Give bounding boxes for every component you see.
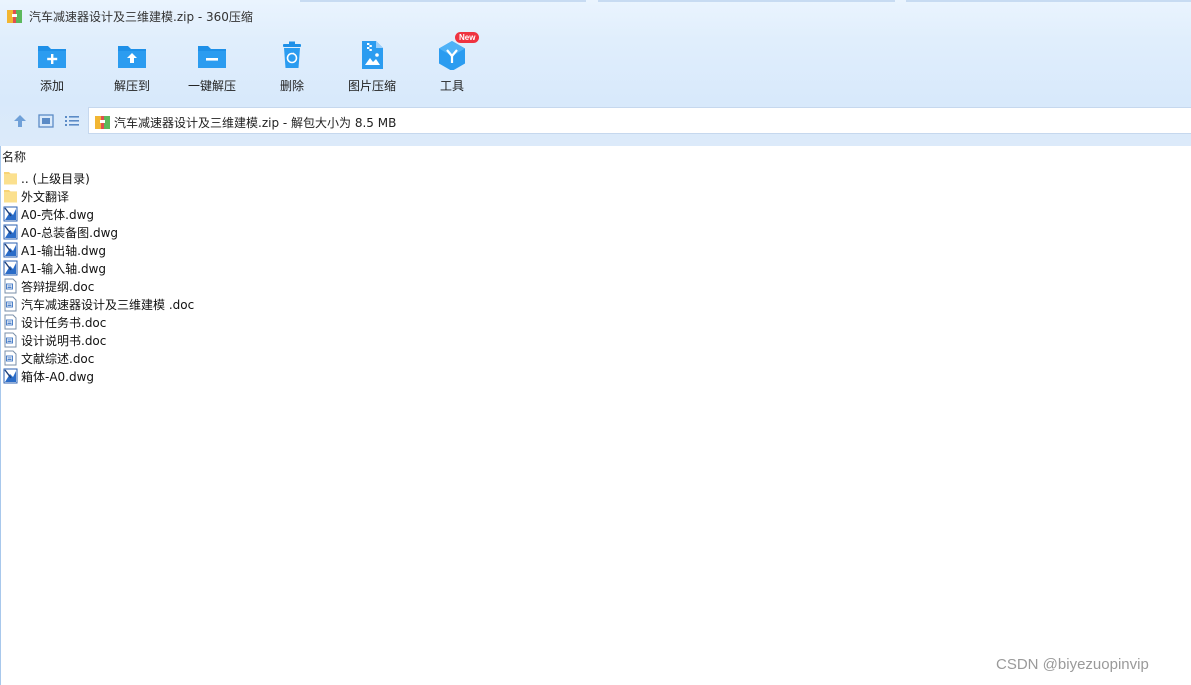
dwg-file-icon <box>3 368 18 384</box>
file-name: 设计任务书.doc <box>21 316 107 330</box>
file-name: .. (上级目录) <box>21 172 90 186</box>
toolbar: 添加 解压到 一键解压 删除 图片压缩 New 工具 <box>0 32 1191 100</box>
extract-to-label: 解压到 <box>113 79 150 93</box>
file-row[interactable]: 外文翻译 <box>3 187 303 205</box>
file-row[interactable]: 设计任务书.doc <box>3 313 303 331</box>
file-row[interactable]: A0-总装备图.dwg <box>3 223 303 241</box>
folder-icon <box>4 172 17 185</box>
extract-to-icon <box>118 46 146 68</box>
file-name: 答辩提纲.doc <box>21 280 95 294</box>
extract-to-button[interactable]: 解压到 <box>92 34 172 98</box>
add-button[interactable]: 添加 <box>12 34 92 98</box>
file-row[interactable]: A1-输入轴.dwg <box>3 259 303 277</box>
file-name: A0-总装备图.dwg <box>21 226 119 240</box>
recycle-bin-icon <box>283 41 301 68</box>
zip-archive-icon <box>7 10 22 23</box>
delete-label: 删除 <box>279 79 304 93</box>
file-row[interactable]: 文献综述.doc <box>3 349 303 367</box>
watermark: CSDN @biyezuopinvip <box>996 656 1149 673</box>
delete-button[interactable]: 删除 <box>252 34 332 98</box>
image-compress-label: 图片压缩 <box>347 79 396 93</box>
image-compress-icon <box>362 41 383 69</box>
file-row[interactable]: .. (上级目录) <box>3 169 303 187</box>
tools-label: 工具 <box>439 79 464 93</box>
window-title: 汽车减速器设计及三维建模.zip - 360压缩 <box>29 10 253 24</box>
tools-button[interactable]: New 工具 <box>412 32 492 98</box>
header-area: 汽车减速器设计及三维建模.zip - 360压缩 添加 解压到 一键解压 删除 … <box>0 0 1191 146</box>
list-view-icon[interactable] <box>64 113 80 129</box>
file-list: 名称 .. (上级目录) 外文翻译 A0-壳体.dwg A0-总装备图.dwg A1-输… <box>0 146 1191 685</box>
one-click-extract-label: 一键解压 <box>187 79 236 93</box>
zip-archive-icon <box>95 116 110 129</box>
address-bar[interactable]: 汽车减速器设计及三维建模.zip - 解包大小为 8.5 MB <box>88 107 1191 134</box>
address-text: 汽车减速器设计及三维建模.zip - 解包大小为 8.5 MB <box>114 116 397 130</box>
dwg-file-icon <box>3 260 18 276</box>
new-badge: New <box>455 32 480 43</box>
folder-icon <box>4 190 17 203</box>
column-header-name[interactable]: 名称 <box>2 148 26 165</box>
app-window: 汽车减速器设计及三维建模.zip - 360压缩 添加 解压到 一键解压 删除 … <box>0 0 1191 685</box>
doc-file-icon <box>4 314 17 330</box>
image-compress-button[interactable]: 图片压缩 <box>332 34 412 98</box>
one-click-extract-icon <box>198 46 226 68</box>
file-name: A0-壳体.dwg <box>21 208 95 222</box>
title-bar: 汽车减速器设计及三维建模.zip - 360压缩 <box>0 0 1191 32</box>
file-name: 外文翻译 <box>21 190 70 204</box>
file-row[interactable]: 答辩提纲.doc <box>3 277 303 295</box>
left-border <box>0 146 1 685</box>
doc-file-icon <box>4 332 17 348</box>
file-name: 设计说明书.doc <box>21 334 107 348</box>
tools-icon <box>439 41 465 70</box>
file-row[interactable]: 设计说明书.doc <box>3 331 303 349</box>
dwg-file-icon <box>3 224 18 240</box>
file-name: 文献综述.doc <box>21 352 95 366</box>
file-name: 汽车减速器设计及三维建模 .doc <box>21 298 195 312</box>
up-arrow-icon[interactable] <box>12 113 28 129</box>
file-name: A1-输出轴.dwg <box>21 244 107 258</box>
dwg-file-icon <box>3 242 18 258</box>
file-row[interactable]: A1-输出轴.dwg <box>3 241 303 259</box>
dwg-file-icon <box>3 206 18 222</box>
navigation-bar: 汽车减速器设计及三维建模.zip - 解包大小为 8.5 MB <box>0 107 1191 135</box>
doc-file-icon <box>4 296 17 312</box>
file-row[interactable]: A0-壳体.dwg <box>3 205 303 223</box>
add-folder-icon <box>38 46 66 68</box>
doc-file-icon <box>4 278 17 294</box>
one-click-extract-button[interactable]: 一键解压 <box>172 34 252 98</box>
thumbnail-view-icon[interactable] <box>38 113 54 129</box>
add-label: 添加 <box>39 79 64 93</box>
file-name: A1-输入轴.dwg <box>21 262 107 276</box>
file-name: 箱体-A0.dwg <box>21 370 95 384</box>
file-row[interactable]: 箱体-A0.dwg <box>3 367 303 385</box>
file-row[interactable]: 汽车减速器设计及三维建模 .doc <box>3 295 303 313</box>
doc-file-icon <box>4 350 17 366</box>
